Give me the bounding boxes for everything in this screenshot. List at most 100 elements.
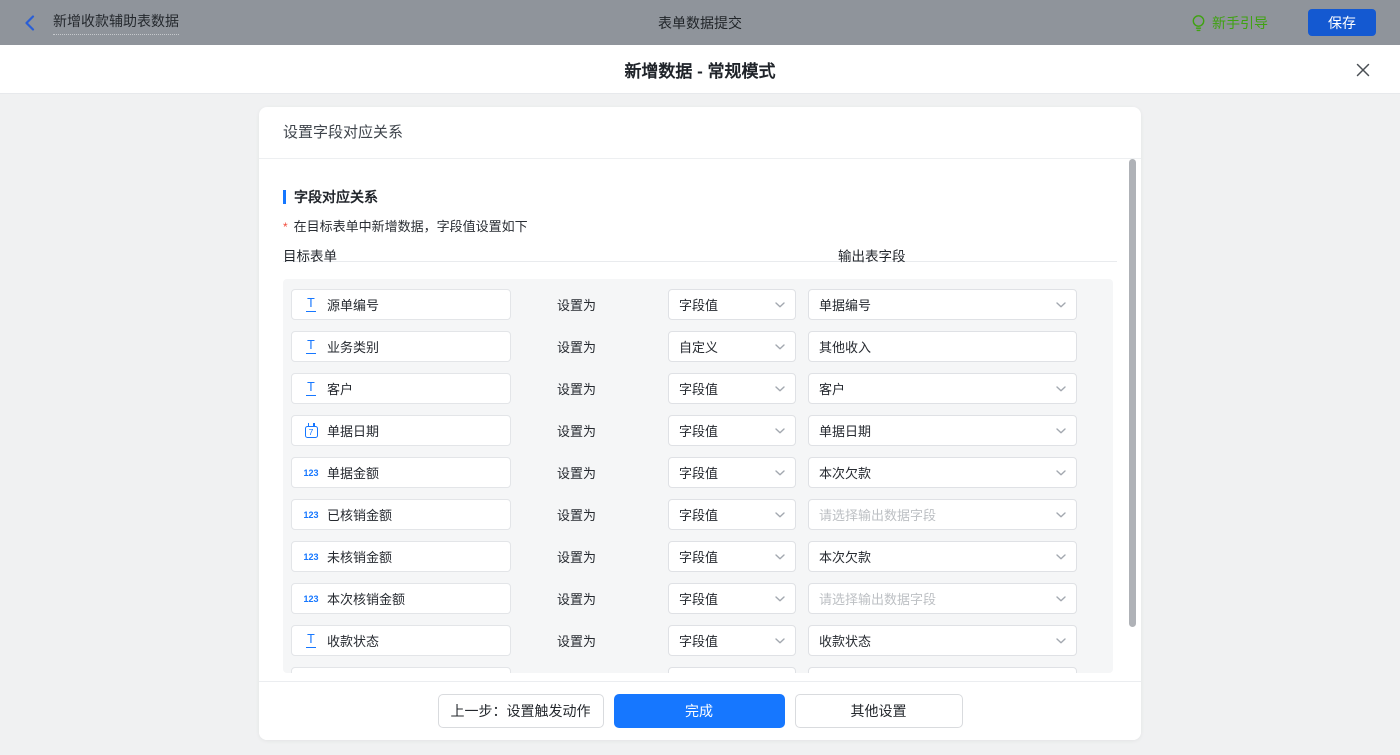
- target-field-box: 123 未核销金额: [291, 541, 511, 572]
- target-field-label: 本次核销金额: [327, 592, 406, 607]
- target-field-box: T 源单编号: [291, 289, 511, 320]
- icon-wrap: T: [300, 297, 322, 312]
- number-field-icon: 123: [303, 551, 319, 562]
- chevron-down-icon: [775, 637, 785, 644]
- output-select[interactable]: 请选择输出数据字段: [808, 583, 1077, 614]
- target-field-box: 123 单据金额: [291, 457, 511, 488]
- output-select[interactable]: 单据日期: [808, 415, 1077, 446]
- set-as-label: 设置为: [557, 466, 597, 481]
- date-field-icon: 7: [304, 423, 318, 438]
- target-field-label: 业务类别: [327, 340, 380, 355]
- section-hint-row: * 在目标表单中新增数据，字段值设置如下: [283, 215, 1117, 235]
- mode-select[interactable]: 字段值: [668, 289, 796, 320]
- chevron-down-icon: [1056, 469, 1066, 476]
- card-scroll-area: 字段对应关系 * 在目标表单中新增数据，字段值设置如下 目标表单 输出表字段 T…: [259, 159, 1141, 681]
- number-field-icon: 123: [303, 593, 319, 604]
- mode-select[interactable]: 字段值: [668, 625, 796, 656]
- chevron-down-icon: [1056, 385, 1066, 392]
- modal-title: 新增数据 - 常规模式: [624, 61, 776, 81]
- output-select[interactable]: 本次欠款: [808, 541, 1077, 572]
- icon-wrap: 123: [300, 468, 322, 478]
- set-as-label: 设置为: [557, 340, 597, 355]
- icon-wrap: T: [300, 381, 322, 396]
- mode-value: 字段值: [679, 298, 719, 313]
- mode-select[interactable]: 字段值: [668, 583, 796, 614]
- target-field-label: 单据日期: [327, 424, 380, 439]
- mapping-row: 123 单据金额 设置为 字段值 本次欠款: [291, 457, 1105, 488]
- mode-value: 字段值: [679, 424, 719, 439]
- section-title-row: 字段对应关系: [283, 187, 1117, 207]
- set-as-label: 设置为: [557, 592, 597, 607]
- topbar-left: 新增收款辅助表数据: [24, 11, 179, 35]
- mode-select[interactable]: 字段值: [668, 415, 796, 446]
- icon-wrap: 123: [300, 552, 322, 562]
- topbar-right: 新手引导 保存: [1191, 9, 1376, 36]
- set-as-label: 设置为: [557, 424, 597, 439]
- mapping-row: 123 本次核销金额 设置为 字段值 请选择输出数据字段: [291, 583, 1105, 614]
- mode-select[interactable]: 字段值: [668, 373, 796, 404]
- mode-value: 字段值: [679, 592, 719, 607]
- output-select[interactable]: 本次欠款: [808, 457, 1077, 488]
- target-field-label: 单据金额: [327, 466, 380, 481]
- mode-value: 自定义: [679, 340, 719, 355]
- target-field-label: 收款状态: [327, 634, 380, 649]
- scrollbar-thumb[interactable]: [1129, 159, 1136, 627]
- output-value: 收款状态: [819, 634, 872, 649]
- icon-wrap: 123: [300, 510, 322, 520]
- chevron-down-icon: [775, 469, 785, 476]
- set-as-label: 设置为: [557, 550, 597, 565]
- set-as-label: 设置为: [557, 634, 597, 649]
- topbar: 新增收款辅助表数据 表单数据提交 新手引导 保存: [0, 0, 1400, 45]
- icon-wrap: 123: [300, 594, 322, 604]
- mode-value: 字段值: [679, 382, 719, 397]
- target-field-box: [291, 667, 511, 673]
- mode-value: 字段值: [679, 466, 719, 481]
- done-button[interactable]: 完成: [613, 694, 785, 728]
- close-button[interactable]: [1350, 57, 1376, 83]
- rows-panel: T 源单编号 设置为 字段值 单据编号 T 业务类别 设置为 自定义 其他收入 …: [283, 279, 1113, 673]
- guide-button[interactable]: 新手引导: [1191, 13, 1268, 33]
- output-select[interactable]: 单据编号: [808, 289, 1077, 320]
- settings-card: 设置字段对应关系 字段对应关系 * 在目标表单中新增数据，字段值设置如下 目标表…: [259, 107, 1141, 740]
- chevron-down-icon: [1056, 637, 1066, 644]
- chevron-down-icon: [1056, 301, 1066, 308]
- chevron-down-icon: [775, 427, 785, 434]
- mode-select[interactable]: 字段值: [668, 541, 796, 572]
- output-select[interactable]: [808, 667, 1077, 673]
- output-input[interactable]: [808, 331, 1077, 362]
- save-button[interactable]: 保存: [1308, 9, 1376, 36]
- mode-value: 字段值: [679, 508, 719, 523]
- other-settings-button[interactable]: 其他设置: [794, 694, 963, 728]
- page-title: 表单数据提交: [658, 14, 742, 31]
- chevron-down-icon: [1056, 427, 1066, 434]
- mode-select[interactable]: 自定义: [668, 331, 796, 362]
- target-field-box: T 收款状态: [291, 625, 511, 656]
- text-field-icon: T: [306, 296, 316, 312]
- output-select[interactable]: 请选择输出数据字段: [808, 499, 1077, 530]
- close-icon: [1356, 63, 1370, 77]
- target-field-box: 123 已核销金额: [291, 499, 511, 530]
- output-select[interactable]: 收款状态: [808, 625, 1077, 656]
- chevron-down-icon: [775, 553, 785, 560]
- back-button[interactable]: [24, 14, 35, 31]
- set-as-label: 设置为: [557, 298, 597, 313]
- card-title: 设置字段对应关系: [259, 107, 1141, 159]
- target-field-label: 已核销金额: [327, 508, 393, 523]
- chevron-down-icon: [775, 385, 785, 392]
- workflow-name[interactable]: 新增收款辅助表数据: [53, 11, 179, 35]
- mode-select[interactable]: 字段值: [668, 499, 796, 530]
- output-value: 本次欠款: [819, 550, 872, 565]
- date-glyph: 7: [308, 426, 314, 437]
- prev-step-button[interactable]: 上一步：设置触发动作: [437, 694, 604, 728]
- output-select[interactable]: 客户: [808, 373, 1077, 404]
- target-field-label: 客户: [327, 382, 354, 397]
- guide-label: 新手引导: [1212, 14, 1268, 31]
- mode-select[interactable]: 字段值: [668, 457, 796, 488]
- mode-value: 字段值: [679, 550, 719, 565]
- column-header-output: 输出表字段: [838, 249, 906, 264]
- icon-wrap: T: [300, 339, 322, 354]
- section-accent-bar: [283, 190, 286, 204]
- mode-select[interactable]: [668, 667, 796, 673]
- chevron-down-icon: [775, 343, 785, 350]
- set-as-label: 设置为: [557, 508, 597, 523]
